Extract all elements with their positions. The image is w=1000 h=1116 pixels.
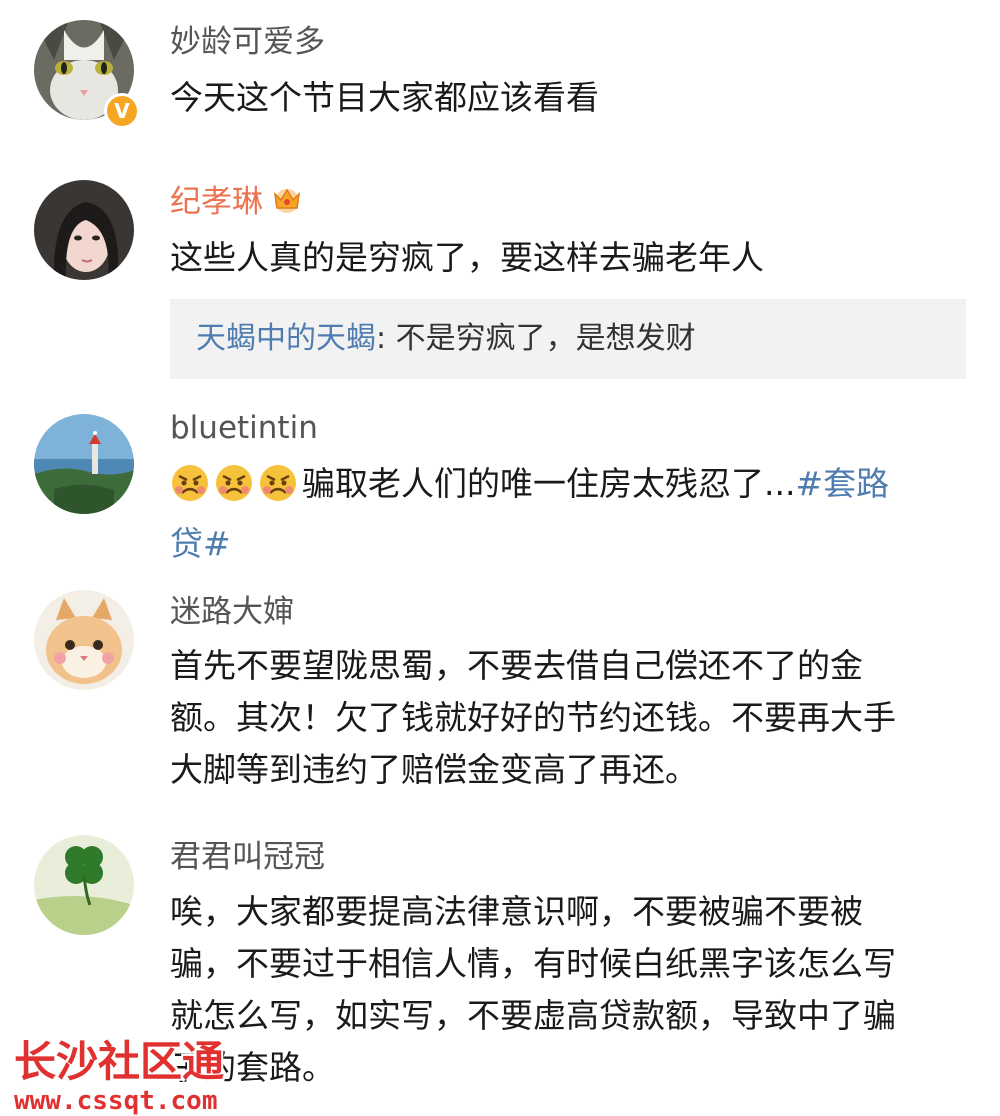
angry-face-icon <box>170 463 210 518</box>
angry-face-icon <box>258 463 298 518</box>
clover-avatar-icon <box>34 835 134 935</box>
hashtag-link[interactable]: 贷# <box>170 524 231 563</box>
comment-text-line: 大脚等到违约了赔偿金变高了再还。 <box>170 750 698 789</box>
reply-username[interactable]: 天蝎中的天蝎 <box>196 321 376 356</box>
landscape-avatar-icon <box>34 414 134 514</box>
vip-crown-icon <box>269 184 305 224</box>
angry-face-icon <box>214 463 254 518</box>
verified-badge-icon: V <box>104 93 140 129</box>
comment-text: 唉，大家都要提高法律意识啊，不要被骗不要被 骗，不要过于相信人情，有时候白纸黑字… <box>170 886 970 1094</box>
comment-text-line: 首先不要望陇思蜀，不要去借自己偿还不了的金 <box>170 646 863 685</box>
comment-username[interactable]: 君君叫冠冠 <box>170 837 325 877</box>
portrait-avatar-icon <box>34 180 134 280</box>
watermark-title: 长沙社区通 <box>14 1037 225 1086</box>
comment-text-body: 骗取老人们的唯一住房太残忍了... <box>302 464 796 503</box>
comment-text-line: 唉，大家都要提高法律意识啊，不要被骗不要被 <box>170 892 863 931</box>
comment-username[interactable]: 迷路大婶 <box>170 592 294 632</box>
comment-username[interactable]: 妙龄可爱多 <box>170 22 325 62</box>
watermark-url: www.cssqt.com <box>14 1086 218 1116</box>
comment-text-line: 就怎么写，如实写，不要虚高贷款额，导致中了骗 <box>170 996 896 1035</box>
hashtag-link[interactable]: #套路 <box>795 464 889 503</box>
reply-text: 天蝎中的天蝎: 不是穷疯了，是想发财 <box>196 319 696 359</box>
comment-text: 骗取老人们的唯一住房太残忍了...#套路 贷# <box>170 458 970 570</box>
avatar[interactable] <box>34 590 134 690</box>
comment-username[interactable]: 纪孝琳 <box>170 182 305 224</box>
username-label: 纪孝琳 <box>170 184 263 220</box>
comment-text: 这些人真的是穷疯了，要这样去骗老年人 <box>170 238 764 277</box>
kitten-avatar-icon <box>34 590 134 690</box>
comment-text-line: 子的套路。 <box>170 1048 335 1087</box>
comment-text: 今天这个节目大家都应该看看 <box>170 78 599 117</box>
comment-text-line: 骗，不要过于相信人情，有时候白纸黑字该怎么写 <box>170 944 896 983</box>
comment-text: 首先不要望陇思蜀，不要去借自己偿还不了的金 额。其次！欠了钱就好好的节约还钱。不… <box>170 640 970 796</box>
avatar[interactable] <box>34 835 134 935</box>
avatar[interactable] <box>34 180 134 280</box>
reply-separator: : <box>376 321 387 356</box>
avatar[interactable] <box>34 414 134 514</box>
site-watermark: 长沙社区通 www.cssqt.com <box>14 1038 224 1116</box>
reply-content: 不是穷疯了，是想发财 <box>395 321 696 356</box>
comment-username[interactable]: bluetintin <box>170 408 318 448</box>
comment-text-line: 额。其次！欠了钱就好好的节约还钱。不要再大手 <box>170 698 896 737</box>
reply-box[interactable]: 天蝎中的天蝎: 不是穷疯了，是想发财 <box>170 299 966 379</box>
